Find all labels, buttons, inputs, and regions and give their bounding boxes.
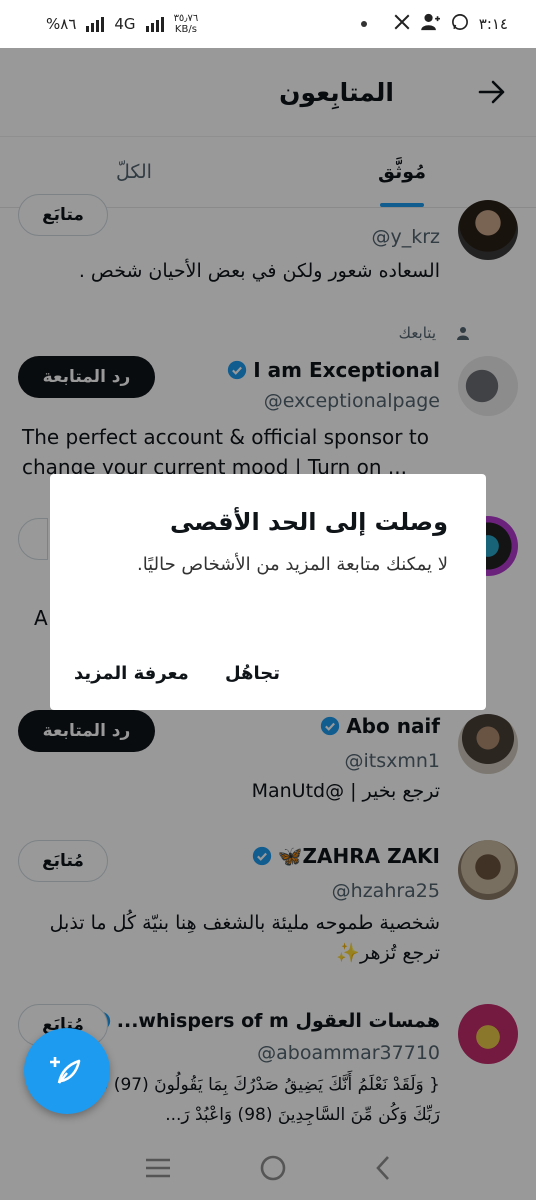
speed-unit: KB/s [174,24,197,35]
status-left: %٨٦ 4G ٣٥٫٧٦ KB/s [46,13,198,35]
speed-value: ٣٥٫٧٦ [173,13,199,24]
status-bar: %٨٦ 4G ٣٥٫٧٦ KB/s ٣:١٤ [0,0,536,48]
whatsapp-icon [451,13,469,35]
network-speed: ٣٥٫٧٦ KB/s [174,13,199,35]
recent-apps-button[interactable] [143,1157,173,1183]
compose-button[interactable] [24,1028,110,1114]
notification-dot-icon [360,21,367,27]
learn-more-button[interactable]: معرفة المزيد [74,663,189,684]
back-nav-button[interactable] [373,1154,393,1186]
clock-time: ٣:١٤ [478,15,508,33]
ignore-button[interactable]: تجاهُل [225,663,280,684]
system-nav-bar [0,1140,536,1200]
signal-icon-2 [145,16,164,32]
network-type: 4G [114,15,136,33]
dialog-title: وصلت إلى الحد الأقصى [169,508,448,536]
add-user-icon [420,13,441,35]
battery-text: %٨٦ [46,15,77,33]
menu-lines-icon [146,1158,170,1178]
compose-feather-icon [50,1057,81,1084]
x-app-icon [393,13,411,35]
limit-reached-dialog: وصلت إلى الحد الأقصى لا يمكنك متابعة الم… [50,474,486,710]
dialog-message: لا يمكنك متابعة المزيد من الأشخاص حاليًا… [136,554,448,575]
signal-icon [86,16,105,32]
chevron-left-icon [376,1156,389,1180]
home-circle-icon [260,1155,286,1181]
dialog-actions: تجاهُل معرفة المزيد [74,663,280,684]
home-button[interactable] [259,1154,287,1186]
status-right: ٣:١٤ [360,13,508,35]
